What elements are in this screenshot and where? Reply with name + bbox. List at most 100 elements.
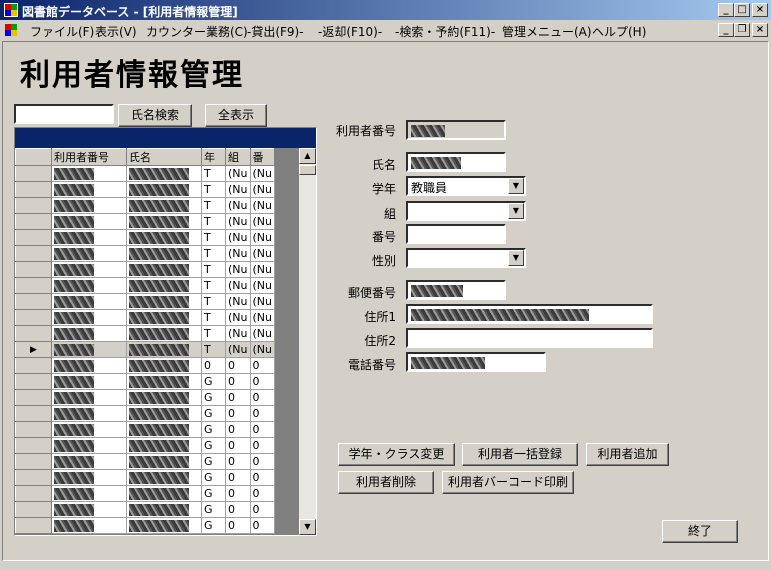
col-class[interactable]: 組 [225, 148, 251, 166]
row-header[interactable] [15, 389, 52, 406]
grade-cell[interactable]: G [201, 485, 226, 502]
redacted-name[interactable] [126, 213, 202, 230]
class-cell[interactable]: (Nu [225, 325, 251, 342]
dropdown-arrow-icon[interactable]: ▼ [508, 250, 524, 266]
name-field[interactable] [406, 152, 506, 172]
redacted-name[interactable] [126, 517, 202, 534]
grade-cell[interactable]: T [201, 309, 226, 326]
col-number[interactable]: 番 [249, 148, 275, 166]
user-table[interactable]: 利用者番号 氏名 年 組 番 T (Nu (Nu T (Nu (Nu T (Nu (Nu T (Nu… [15, 148, 275, 534]
redacted-user-no[interactable] [51, 277, 127, 294]
row-header[interactable] [15, 261, 52, 278]
menu-admin[interactable]: 管理メニュー(A) [502, 23, 592, 40]
class-select[interactable]: ▼ [406, 201, 526, 221]
grade-cell[interactable]: G [201, 389, 226, 406]
delete-user-button[interactable]: 利用者削除 [338, 471, 434, 494]
minimize-button[interactable]: _ [718, 3, 734, 17]
dropdown-arrow-icon[interactable]: ▼ [508, 203, 524, 219]
redacted-name[interactable] [126, 197, 202, 214]
menu-file[interactable]: ファイル(F) [30, 23, 94, 40]
number-cell[interactable]: 0 [249, 373, 275, 390]
class-cell[interactable]: 0 [225, 357, 251, 374]
class-cell[interactable]: 0 [225, 421, 251, 438]
table-row[interactable]: G00 [15, 501, 275, 518]
table-row[interactable]: T (Nu (Nu [15, 213, 275, 230]
class-cell[interactable]: (Nu [225, 309, 251, 326]
redacted-user-no[interactable] [51, 309, 127, 326]
row-header[interactable] [15, 437, 52, 454]
search-input[interactable] [14, 104, 114, 124]
change-class-button[interactable]: 学年・クラス変更 [338, 443, 455, 466]
class-cell[interactable]: 0 [225, 485, 251, 502]
redacted-name[interactable] [126, 437, 202, 454]
number-cell[interactable]: (Nu [249, 277, 275, 294]
redacted-user-no[interactable] [51, 213, 127, 230]
user-grid[interactable]: 利用者番号 氏名 年 組 番 T (Nu (Nu T (Nu (Nu T (Nu (Nu T (Nu… [14, 127, 317, 536]
grade-cell[interactable]: 0 [201, 357, 226, 374]
redacted-user-no[interactable] [51, 325, 127, 342]
redacted-user-no[interactable] [51, 261, 127, 278]
row-header[interactable] [15, 293, 52, 310]
row-header[interactable] [15, 245, 52, 262]
redacted-name[interactable] [126, 165, 202, 182]
mdi-child-icon[interactable] [4, 23, 18, 37]
table-row[interactable]: G00 [15, 517, 275, 534]
col-user-no[interactable]: 利用者番号 [51, 148, 127, 166]
row-header[interactable] [15, 501, 52, 518]
redacted-user-no[interactable] [51, 373, 127, 390]
row-header[interactable] [15, 517, 52, 534]
redacted-name[interactable] [126, 389, 202, 406]
dropdown-arrow-icon[interactable]: ▼ [508, 178, 524, 194]
mdi-minimize-button[interactable]: _ [718, 23, 734, 37]
col-name[interactable]: 氏名 [126, 148, 202, 166]
row-header[interactable] [15, 181, 52, 198]
table-row[interactable]: T (Nu (Nu [15, 293, 275, 310]
class-cell[interactable]: (Nu [225, 245, 251, 262]
class-cell[interactable]: (Nu [225, 181, 251, 198]
show-all-button[interactable]: 全表示 [205, 104, 267, 127]
class-cell[interactable]: (Nu [225, 293, 251, 310]
number-cell[interactable]: (Nu [249, 309, 275, 326]
class-cell[interactable]: (Nu [225, 277, 251, 294]
table-row[interactable]: G00 [15, 373, 275, 390]
number-cell[interactable]: (Nu [249, 229, 275, 246]
number-cell[interactable]: 0 [249, 517, 275, 534]
redacted-name[interactable] [126, 453, 202, 470]
maximize-button[interactable]: □ [734, 3, 750, 17]
redacted-name[interactable] [126, 501, 202, 518]
redacted-user-no[interactable] [51, 405, 127, 422]
row-header[interactable] [15, 229, 52, 246]
table-row[interactable]: T (Nu (Nu [15, 229, 275, 246]
table-row[interactable]: G00 [15, 389, 275, 406]
grade-select[interactable]: 教職員 ▼ [406, 176, 526, 196]
redacted-name[interactable] [126, 309, 202, 326]
redacted-user-no[interactable] [51, 437, 127, 454]
redacted-user-no[interactable] [51, 293, 127, 310]
grade-cell[interactable]: T [201, 293, 226, 310]
table-row[interactable]: T (Nu (Nu [15, 325, 275, 342]
number-cell[interactable]: 0 [249, 405, 275, 422]
grade-cell[interactable]: G [201, 517, 226, 534]
row-header[interactable] [15, 453, 52, 470]
redacted-name[interactable] [126, 277, 202, 294]
class-cell[interactable]: (Nu [225, 341, 251, 358]
name-search-button[interactable]: 氏名検索 [118, 104, 192, 127]
gender-select[interactable]: ▼ [406, 248, 526, 268]
grade-cell[interactable]: G [201, 405, 226, 422]
redacted-user-no[interactable] [51, 453, 127, 470]
redacted-user-no[interactable] [51, 197, 127, 214]
menu-help[interactable]: ヘルプ(H) [592, 23, 646, 40]
table-row[interactable]: T (Nu (Nu [15, 165, 275, 182]
redacted-name[interactable] [126, 421, 202, 438]
table-row[interactable]: T (Nu (Nu [15, 245, 275, 262]
class-cell[interactable]: 0 [225, 453, 251, 470]
menu-counter[interactable]: カウンター業務(C) [146, 23, 248, 40]
number-cell[interactable]: (Nu [249, 245, 275, 262]
class-cell[interactable]: 0 [225, 437, 251, 454]
number-cell[interactable]: 0 [249, 501, 275, 518]
redacted-name[interactable] [126, 485, 202, 502]
scroll-up-button[interactable]: ▲ [299, 148, 316, 164]
redacted-name[interactable] [126, 229, 202, 246]
number-cell[interactable]: (Nu [249, 261, 275, 278]
redacted-user-no[interactable] [51, 389, 127, 406]
